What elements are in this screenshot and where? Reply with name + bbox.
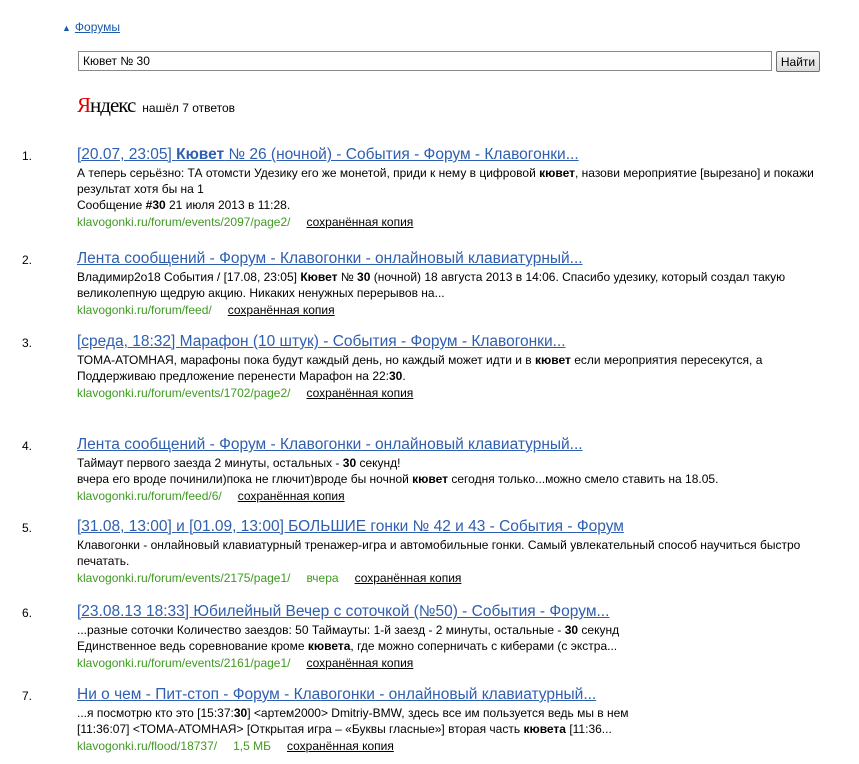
result-url: klavogonki.ru/forum/events/2161/page1/ — [77, 656, 291, 670]
result-meta: klavogonki.ru/forum/events/2097/page2/со… — [77, 214, 817, 230]
search-input[interactable] — [78, 51, 772, 71]
result-url: klavogonki.ru/forum/events/2097/page2/ — [77, 215, 291, 229]
result-body: [20.07, 23:05] Кювет № 26 (ночной) - Соб… — [77, 145, 817, 230]
result-snippet: Владимир2o18 События / [17.08, 23:05] Кю… — [77, 269, 817, 301]
result-body: [23.08.13 18:33] Юбилейный Вечер с соточ… — [77, 602, 817, 671]
result-number: 6. — [22, 606, 33, 620]
result-url: klavogonki.ru/forum/events/2175/page1/ — [77, 571, 291, 585]
result-extra-info: вчера — [306, 571, 339, 585]
result-body: Лента сообщений - Форум - Клавогонки - о… — [77, 435, 817, 504]
results-header: Яндекс нашёл 7 ответов — [77, 93, 235, 118]
result-url: klavogonki.ru/forum/feed/6/ — [77, 489, 222, 503]
result-meta: klavogonki.ru/forum/events/1702/page2/со… — [77, 385, 817, 401]
result-meta: klavogonki.ru/forum/events/2161/page1/со… — [77, 655, 817, 671]
search-bar: Найти — [78, 51, 820, 72]
result-number: 1. — [22, 149, 33, 163]
snippet-line: ТОМА-АТОМНАЯ, марафоны пока будут каждый… — [77, 353, 763, 367]
snippet-line: ...я посмотрю кто это [15:37:30] <артем2… — [77, 706, 629, 720]
result-title-link[interactable]: Ни о чем - Пит-стоп - Форум - Клавогонки… — [77, 685, 817, 704]
result-meta: klavogonki.ru/forum/events/2175/page1/вч… — [77, 570, 817, 586]
snippet-line: Таймаут первого заезда 2 минуты, остальн… — [77, 456, 401, 470]
result-number: 5. — [22, 521, 33, 535]
result-extra-info: 1,5 МБ — [233, 739, 271, 753]
snippet-line: ...разные соточки Количество заездов: 50… — [77, 623, 620, 637]
results-count: нашёл 7 ответов — [142, 101, 236, 115]
cached-copy-link[interactable]: сохранённая копия — [306, 386, 413, 400]
snippet-line: А теперь серьёзно: ТА отомсти Удезику ег… — [77, 166, 814, 196]
yandex-logo: Яндекс — [77, 93, 136, 117]
snippet-line: Владимир2o18 События / [17.08, 23:05] Кю… — [77, 270, 786, 300]
result-snippet: А теперь серьёзно: ТА отомсти Удезику ег… — [77, 165, 817, 213]
result-title-link[interactable]: [среда, 18:32] Марафон (10 штук) - Событ… — [77, 332, 817, 351]
result-body: Ни о чем - Пит-стоп - Форум - Клавогонки… — [77, 685, 817, 754]
breadcrumb: ▲ Форумы — [62, 20, 120, 34]
result-number: 3. — [22, 336, 33, 350]
result-snippet: Клавогонки - онлайновый клавиатурный тре… — [77, 537, 817, 569]
result-body: [31.08, 13:00] и [01.09, 13:00] БОЛЬШИЕ … — [77, 517, 817, 586]
cached-copy-link[interactable]: сохранённая копия — [355, 571, 462, 585]
result-snippet: ТОМА-АТОМНАЯ, марафоны пока будут каждый… — [77, 352, 817, 384]
cached-copy-link[interactable]: сохранённая копия — [306, 215, 413, 229]
snippet-line: [11:36:07] <ТОМА-АТОМНАЯ> [Открытая игра… — [77, 722, 612, 736]
snippet-line: Поддерживаю предложение перенести Марафо… — [77, 369, 406, 383]
result-snippet: ...я посмотрю кто это [15:37:30] <артем2… — [77, 705, 817, 737]
search-button[interactable]: Найти — [776, 51, 820, 72]
result-number: 4. — [22, 439, 33, 453]
result-meta: klavogonki.ru/forum/feed/сохранённая коп… — [77, 302, 817, 318]
snippet-line: Клавогонки - онлайновый клавиатурный тре… — [77, 538, 801, 568]
result-url: klavogonki.ru/forum/feed/ — [77, 303, 212, 317]
cached-copy-link[interactable]: сохранённая копия — [306, 656, 413, 670]
result-title-link[interactable]: [23.08.13 18:33] Юбилейный Вечер с соточ… — [77, 602, 817, 621]
result-title-link[interactable]: [20.07, 23:05] Кювет № 26 (ночной) - Соб… — [77, 145, 817, 164]
result-url: klavogonki.ru/flood/18737/ — [77, 739, 218, 753]
snippet-line: Сообщение #30 21 июля 2013 в 11:28. — [77, 198, 291, 212]
result-number: 2. — [22, 253, 33, 267]
result-meta: klavogonki.ru/flood/18737/1,5 МБ сохранён… — [77, 738, 817, 754]
result-url: klavogonki.ru/forum/events/1702/page2/ — [77, 386, 291, 400]
snippet-line: Единственное ведь соревнование кроме кюв… — [77, 639, 618, 653]
result-title-link[interactable]: [31.08, 13:00] и [01.09, 13:00] БОЛЬШИЕ … — [77, 517, 817, 536]
result-meta: klavogonki.ru/forum/feed/6/сохранённая к… — [77, 488, 817, 504]
result-body: [среда, 18:32] Марафон (10 штук) - Событ… — [77, 332, 817, 401]
forums-link[interactable]: Форумы — [75, 20, 120, 34]
result-snippet: ...разные соточки Количество заездов: 50… — [77, 622, 817, 654]
result-title-link[interactable]: Лента сообщений - Форум - Клавогонки - о… — [77, 435, 817, 454]
result-title-link[interactable]: Лента сообщений - Форум - Клавогонки - о… — [77, 249, 817, 268]
snippet-line: вчера его вроде починили)пока не глючит)… — [77, 472, 719, 486]
result-snippet: Таймаут первого заезда 2 минуты, остальн… — [77, 455, 817, 487]
up-triangle-icon: ▲ — [62, 23, 71, 33]
cached-copy-link[interactable]: сохранённая копия — [228, 303, 335, 317]
result-number: 7. — [22, 689, 33, 703]
cached-copy-link[interactable]: сохранённая копия — [238, 489, 345, 503]
cached-copy-link[interactable]: сохранённая копия — [287, 739, 394, 753]
result-body: Лента сообщений - Форум - Клавогонки - о… — [77, 249, 817, 318]
